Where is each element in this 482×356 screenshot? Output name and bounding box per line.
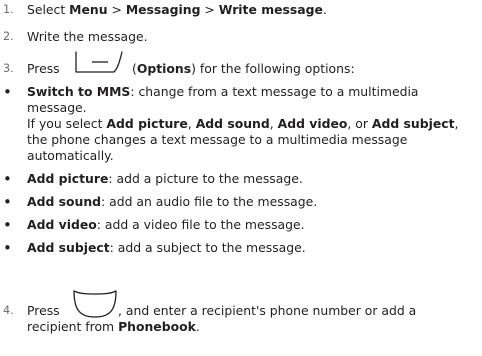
- note-text: the phone changes a text message to a mu…: [27, 132, 408, 147]
- bullet-icon: •: [3, 170, 12, 188]
- step-text: Press: [27, 61, 60, 76]
- add-picture-ref: Add picture: [106, 116, 188, 131]
- option-title: Add picture: [27, 171, 109, 186]
- step-text: Press: [27, 303, 60, 318]
- note-text: If you select: [27, 116, 107, 131]
- option-description: : add a picture to the message.: [108, 171, 303, 186]
- option-description-cont: message.: [27, 100, 87, 115]
- confirm-key-icon: [73, 290, 117, 318]
- option-title: Switch to MMS: [27, 84, 131, 99]
- bullet-icon: •: [3, 239, 12, 257]
- messaging-label: Messaging: [125, 2, 201, 17]
- step-text: Select: [27, 2, 70, 17]
- add-video-ref: Add video: [277, 116, 348, 131]
- note-text: ,: [454, 116, 459, 131]
- option-title: Add subject: [27, 240, 110, 255]
- step-number: 3.: [3, 62, 14, 75]
- note-text: automatically.: [27, 148, 114, 163]
- note-text: ,: [269, 116, 278, 131]
- option-title: Add video: [27, 217, 97, 232]
- add-subject-ref: Add subject: [371, 116, 455, 131]
- step-number: 4.: [3, 304, 14, 317]
- phonebook-label: Phonebook: [118, 319, 196, 334]
- option-description: : add a video file to the message.: [96, 217, 305, 232]
- add-sound-ref: Add sound: [195, 116, 270, 131]
- bullet-icon: •: [3, 216, 12, 234]
- write-message-label: Write message: [218, 2, 323, 17]
- option-description: : add an audio file to the message.: [101, 194, 318, 209]
- path-separator: >: [107, 2, 126, 17]
- left-soft-key-icon: [75, 51, 123, 73]
- step-text: Write the message.: [27, 29, 148, 44]
- bullet-icon: •: [3, 193, 12, 211]
- options-label: Options: [136, 61, 192, 76]
- step-text: , and enter a recipient's phone number o…: [118, 303, 417, 318]
- instructions-document: 1. Select Menu > Messaging > Write messa…: [0, 0, 482, 356]
- bullet-icon: •: [3, 83, 12, 101]
- step-text: ) for the following options:: [191, 61, 355, 76]
- step-text: .: [322, 2, 327, 17]
- option-title: Add sound: [27, 194, 102, 209]
- option-description: : add a subject to the message.: [109, 240, 306, 255]
- step-text: recipient from: [27, 319, 119, 334]
- note-text: ,: [187, 116, 196, 131]
- note-text: , or: [347, 116, 372, 131]
- option-description: : change from a text message to a multim…: [130, 84, 419, 99]
- step-number: 2.: [3, 30, 14, 43]
- path-separator: >: [200, 2, 219, 17]
- step-number: 1.: [3, 3, 14, 16]
- menu-label: Menu: [69, 2, 108, 17]
- step-text: .: [195, 319, 200, 334]
